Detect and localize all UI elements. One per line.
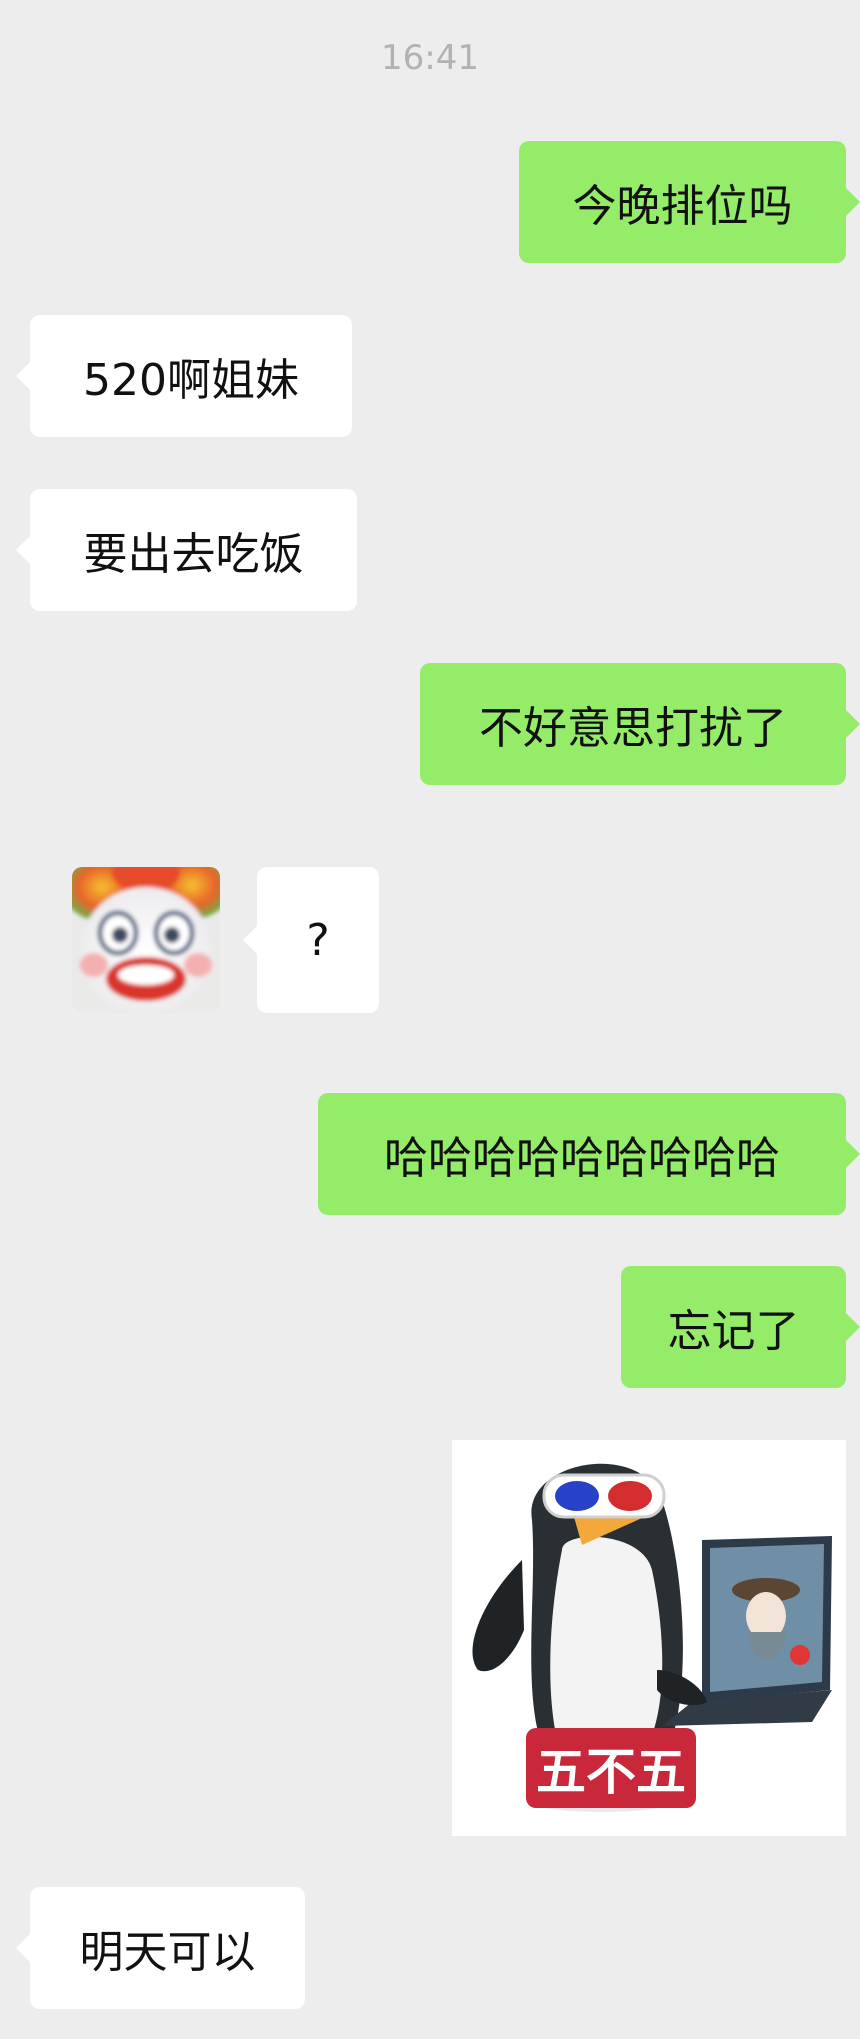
message-bubble[interactable]: 要出去吃饭 — [16, 489, 357, 611]
penguin-laptop-sticker[interactable]: 五不五 — [452, 1440, 846, 1836]
message-bubble[interactable]: ? — [243, 867, 379, 1013]
clown-face-icon — [72, 867, 220, 1013]
message-bubble[interactable]: 今晚排位吗 — [519, 141, 860, 263]
clown-face-sticker[interactable] — [72, 867, 220, 1013]
chat-timestamp: 16:41 — [381, 38, 479, 78]
sticker-caption: 五不五 — [526, 1728, 696, 1808]
message-bubble[interactable]: 明天可以 — [16, 1887, 305, 2009]
message-bubble[interactable]: 哈哈哈哈哈哈哈哈哈 — [318, 1093, 860, 1215]
message-bubble[interactable]: 520啊姐妹 — [16, 315, 352, 437]
message-bubble[interactable]: 不好意思打扰了 — [420, 663, 860, 785]
message-bubble[interactable]: 忘记了 — [621, 1266, 860, 1388]
